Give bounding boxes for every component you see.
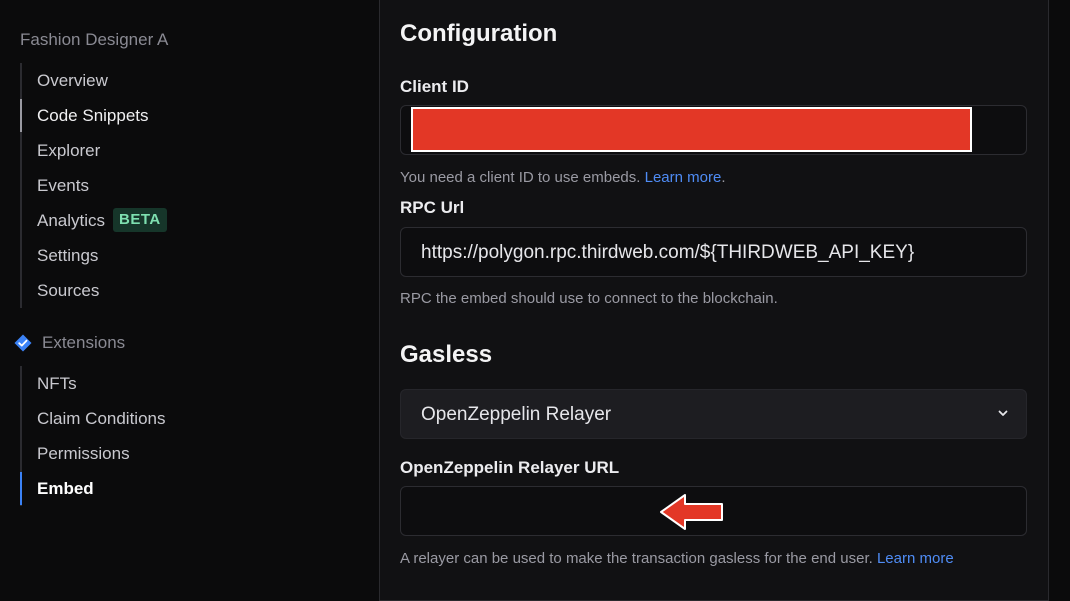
embed-config-panel: Configuration Client ID You need a clien…: [379, 0, 1049, 601]
help-suffix: .: [721, 169, 726, 186]
learn-more-link[interactable]: Learn more: [877, 550, 954, 567]
sidebar-item-permissions[interactable]: Permissions: [22, 436, 166, 471]
client-id-select[interactable]: [400, 105, 1027, 155]
sidebar-item-label: Embed: [37, 479, 94, 498]
project-title: Fashion Designer A: [20, 30, 169, 49]
sidebar-item-label: Explorer: [37, 141, 101, 160]
sidebar-item-label: NFTs: [37, 374, 77, 393]
beta-badge: BETA: [113, 207, 167, 232]
relayer-url-label: OpenZeppelin Relayer URL: [400, 458, 620, 477]
gasless-selected-value: OpenZeppelin Relayer: [421, 404, 612, 425]
sidebar-item-label: Settings: [37, 246, 99, 265]
sidebar-item-code-snippets[interactable]: Code Snippets: [20, 98, 167, 133]
client-id-label: Client ID: [400, 77, 469, 96]
gasless-heading: Gasless: [400, 341, 493, 368]
learn-more-link[interactable]: Learn more: [645, 169, 722, 186]
main-nav: Overview Code Snippets Explorer Events A…: [20, 63, 167, 308]
sidebar-item-label: Claim Conditions: [37, 409, 166, 428]
extension-badge-icon: [14, 334, 32, 352]
rpc-url-help: RPC the embed should use to connect to t…: [400, 290, 778, 307]
sidebar: Fashion Designer A Overview Code Snippet…: [0, 0, 380, 579]
redaction-box: [411, 107, 972, 152]
sidebar-item-label: Overview: [37, 71, 108, 90]
sidebar-item-embed[interactable]: Embed: [20, 471, 166, 506]
sidebar-item-label: Sources: [37, 281, 100, 300]
help-text: A relayer can be used to make the transa…: [400, 550, 877, 567]
relayer-url-input[interactable]: [400, 486, 1027, 536]
rpc-url-input[interactable]: https://polygon.rpc.thirdweb.com/${THIRD…: [400, 227, 1027, 277]
sidebar-item-analytics[interactable]: Analytics BETA: [22, 203, 167, 238]
sidebar-item-claim-conditions[interactable]: Claim Conditions: [22, 401, 166, 436]
rpc-url-label: RPC Url: [400, 198, 465, 217]
sidebar-item-events[interactable]: Events: [22, 168, 167, 203]
client-id-help: You need a client ID to use embeds. Lear…: [400, 169, 726, 186]
sidebar-item-nfts[interactable]: NFTs: [22, 366, 166, 401]
extensions-nav: NFTs Claim Conditions Permissions Embed: [20, 366, 166, 506]
sidebar-item-explorer[interactable]: Explorer: [22, 133, 167, 168]
sidebar-item-label: Events: [37, 176, 89, 195]
sidebar-item-sources[interactable]: Sources: [22, 273, 167, 308]
sidebar-item-label: Permissions: [37, 444, 130, 463]
extensions-header: Extensions: [14, 330, 125, 356]
rpc-url-value: https://polygon.rpc.thirdweb.com/${THIRD…: [421, 242, 915, 263]
help-text: You need a client ID to use embeds.: [400, 169, 645, 186]
chevron-down-icon: [998, 410, 1008, 416]
red-arrow-annotation: [660, 494, 723, 530]
configuration-heading: Configuration: [400, 20, 558, 47]
sidebar-item-settings[interactable]: Settings: [22, 238, 167, 273]
sidebar-item-overview[interactable]: Overview: [22, 63, 167, 98]
extensions-label: Extensions: [42, 333, 126, 352]
gasless-select[interactable]: OpenZeppelin Relayer: [400, 389, 1027, 439]
sidebar-item-label: Code Snippets: [37, 106, 149, 125]
sidebar-item-label: Analytics: [37, 211, 106, 230]
relayer-help: A relayer can be used to make the transa…: [400, 550, 954, 567]
